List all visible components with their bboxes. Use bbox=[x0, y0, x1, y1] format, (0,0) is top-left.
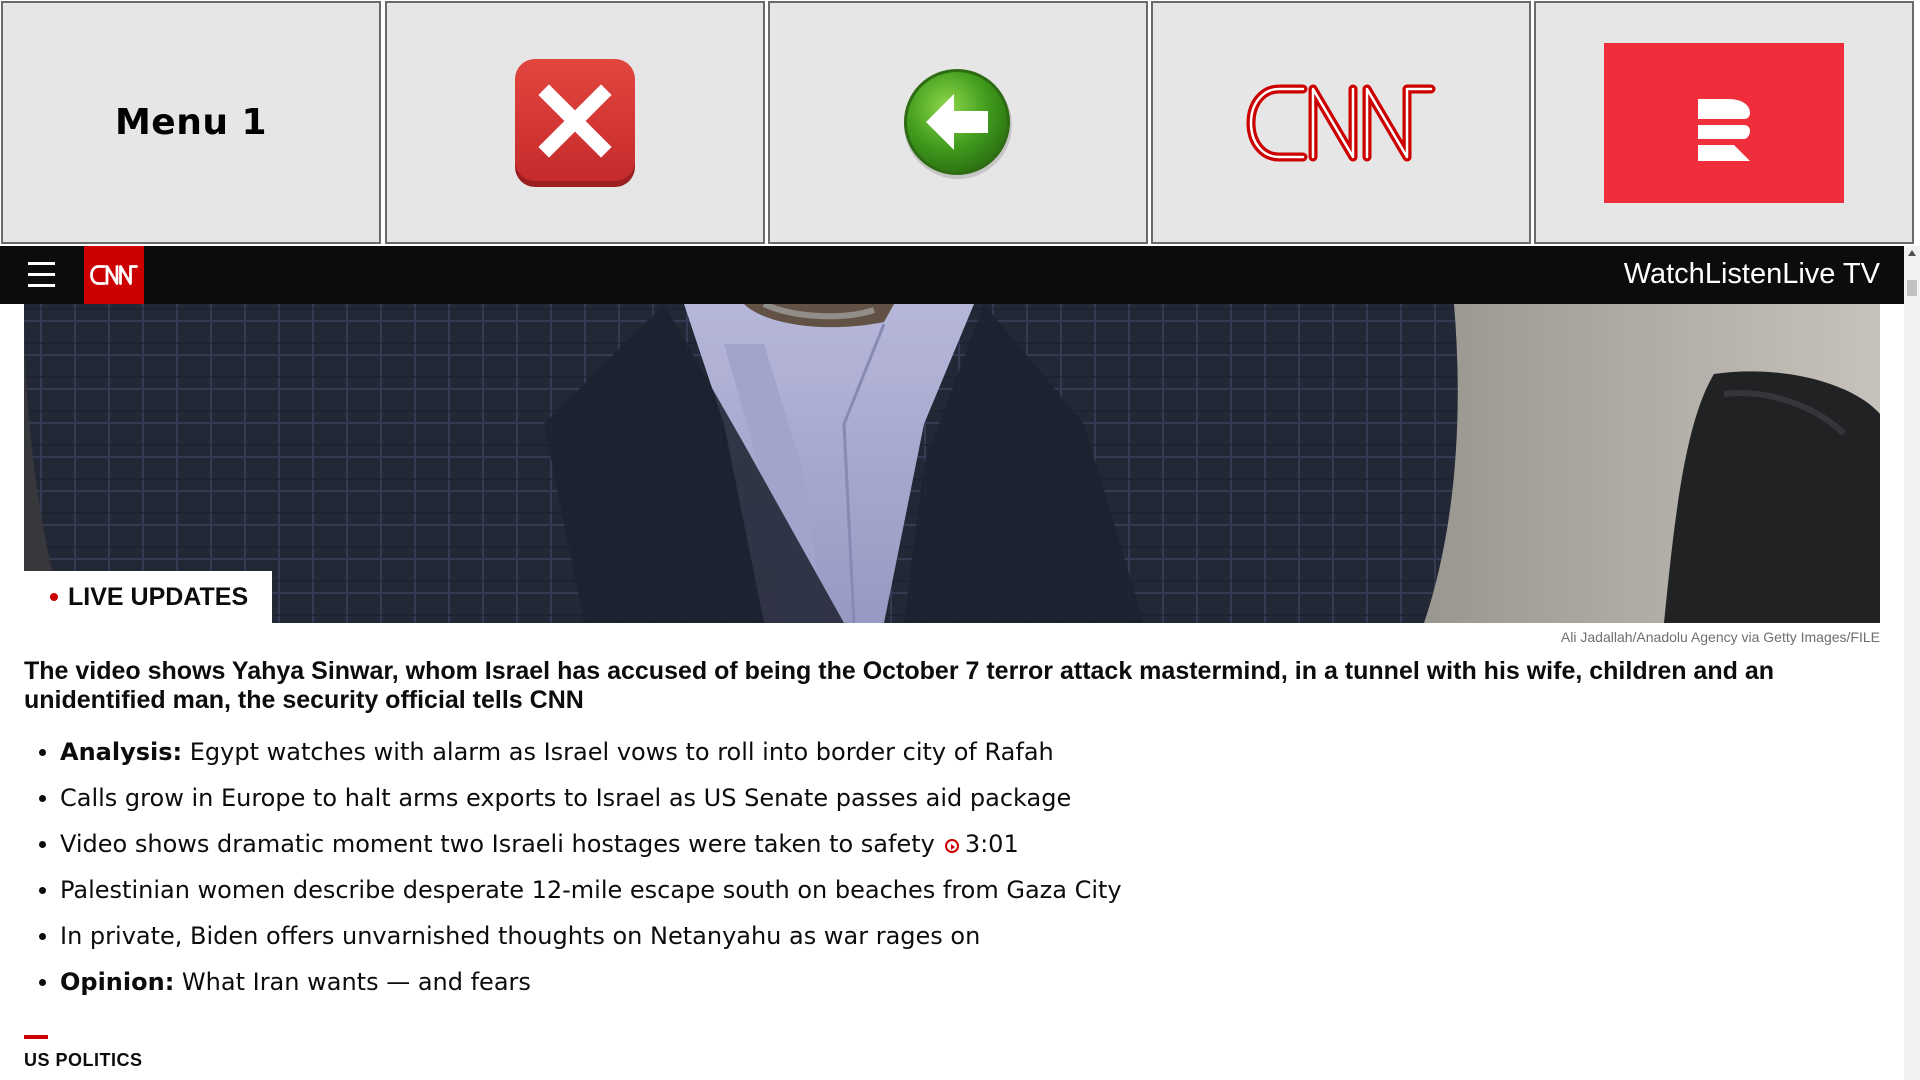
header-links: Watch Listen Live TV bbox=[1624, 258, 1880, 291]
link-text: In private, Biden offers unvarnished tho… bbox=[60, 922, 981, 950]
page-scrollbar[interactable] bbox=[1904, 246, 1920, 1080]
close-icon bbox=[515, 58, 635, 187]
link-text: What Iran wants — and fears bbox=[174, 968, 531, 996]
live-updates-badge[interactable]: LIVE UPDATES bbox=[24, 571, 273, 623]
bullet-icon bbox=[39, 887, 46, 894]
radio-button[interactable] bbox=[1534, 1, 1914, 244]
cnn-home-logo[interactable] bbox=[84, 246, 144, 304]
related-link-2[interactable]: Calls grow in Europe to halt arms export… bbox=[24, 779, 1122, 825]
bullet-icon bbox=[39, 795, 46, 802]
close-button[interactable] bbox=[385, 1, 765, 244]
site-header: Watch Listen Live TV bbox=[0, 246, 1904, 304]
scroll-up-arrow-icon[interactable] bbox=[1908, 250, 1916, 256]
live-updates-label: LIVE UPDATES bbox=[68, 582, 249, 611]
image-credit: Ali Jadallah/Anadolu Agency via Getty Im… bbox=[1560, 629, 1880, 645]
hero-image[interactable] bbox=[24, 304, 1880, 623]
link-text: Egypt watches with alarm as Israel vows … bbox=[182, 738, 1054, 766]
related-link-4[interactable]: Palestinian women describe desperate 12-… bbox=[24, 871, 1122, 917]
link-text: Video shows dramatic moment two Israeli … bbox=[60, 830, 935, 858]
bullet-icon bbox=[39, 841, 46, 848]
cnn-button[interactable] bbox=[1151, 1, 1531, 244]
back-button[interactable] bbox=[768, 1, 1148, 244]
bullet-icon bbox=[39, 933, 46, 940]
section-title-us-politics[interactable]: US POLITICS bbox=[24, 1050, 143, 1071]
related-links-list: Analysis: Egypt watches with alarm as Is… bbox=[24, 733, 1122, 1009]
menu-1-button[interactable]: Menu 1 bbox=[1, 1, 381, 244]
related-link-6[interactable]: Opinion: What Iran wants — and fears bbox=[24, 963, 1122, 1009]
link-prefix: Opinion: bbox=[60, 968, 175, 996]
section-divider bbox=[24, 1035, 48, 1039]
lead-headline[interactable]: The video shows Yahya Sinwar, whom Israe… bbox=[24, 657, 1874, 715]
cnn-logo-icon bbox=[1246, 84, 1436, 161]
related-link-1[interactable]: Analysis: Egypt watches with alarm as Is… bbox=[24, 733, 1122, 779]
link-text: Palestinian women describe desperate 12-… bbox=[60, 876, 1122, 904]
nav-watch-link[interactable]: Watch bbox=[1624, 258, 1705, 291]
scroll-thumb[interactable] bbox=[1907, 280, 1917, 296]
back-arrow-icon bbox=[904, 68, 1012, 179]
link-text: Calls grow in Europe to halt arms export… bbox=[60, 784, 1072, 812]
video-play-icon bbox=[944, 839, 959, 853]
bullet-icon bbox=[39, 749, 46, 756]
bullet-icon bbox=[39, 979, 46, 986]
menu-1-label: Menu 1 bbox=[114, 102, 268, 143]
cnn-small-logo-icon bbox=[90, 265, 138, 285]
link-prefix: Analysis: bbox=[60, 738, 183, 766]
nav-live-tv-link[interactable]: Live TV bbox=[1782, 258, 1880, 291]
related-link-3[interactable]: Video shows dramatic moment two Israeli … bbox=[24, 825, 1122, 871]
hamburger-icon[interactable] bbox=[28, 262, 56, 288]
nav-listen-link[interactable]: Listen bbox=[1705, 258, 1782, 291]
live-dot-icon bbox=[50, 593, 58, 601]
hero-photo bbox=[24, 304, 1880, 623]
video-duration: 3:01 bbox=[964, 830, 1019, 858]
radio-logo-icon bbox=[1604, 42, 1844, 203]
control-panel: Menu 1 bbox=[0, 0, 1920, 246]
related-link-5[interactable]: In private, Biden offers unvarnished tho… bbox=[24, 917, 1122, 963]
